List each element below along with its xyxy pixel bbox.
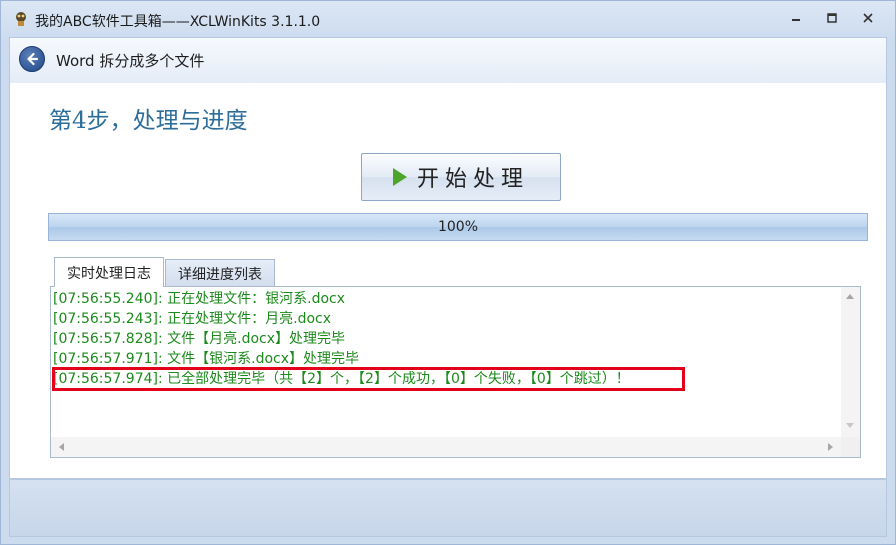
play-icon — [392, 168, 407, 186]
scrollbar-corner — [841, 437, 860, 457]
horizontal-scrollbar[interactable] — [51, 437, 841, 457]
maximize-icon — [827, 13, 837, 23]
close-icon — [863, 13, 873, 23]
tab-detailed-progress[interactable]: 详细进度列表 — [165, 259, 275, 287]
minimize-button[interactable] — [783, 7, 809, 29]
start-processing-button[interactable]: 开始处理 — [361, 153, 561, 201]
step-title: 第4步，处理与进度 — [49, 108, 248, 134]
nav-bar: Word 拆分成多个文件 — [9, 37, 887, 83]
scroll-left-icon[interactable] — [59, 443, 64, 451]
log-panel: [07:56:55.240]: 正在处理文件：银河系.docx [07:56:5… — [50, 286, 861, 458]
progress-bar: 100% — [48, 213, 868, 241]
log-line: [07:56:57.971]: 文件【银河系.docx】处理完毕 — [53, 351, 360, 367]
scroll-down-icon[interactable] — [846, 423, 854, 428]
start-button-label: 开始处理 — [416, 167, 529, 192]
main-content: 第4步，处理与进度 开始处理 100% 实时处理日志 详细进度列表 [07:56… — [9, 83, 887, 479]
close-button[interactable] — [855, 7, 881, 29]
vertical-scrollbar[interactable] — [841, 287, 860, 437]
back-button[interactable] — [19, 46, 45, 72]
progress-label: 100% — [437, 219, 479, 235]
footer-bar — [9, 479, 887, 537]
page-title: Word 拆分成多个文件 — [56, 52, 205, 70]
scroll-up-icon[interactable] — [846, 294, 854, 299]
tab-realtime-log[interactable]: 实时处理日志 — [54, 257, 164, 287]
app-window: 我的ABC软件工具箱——XCLWinKits 3.1.1.0 Word 拆分成多… — [0, 0, 896, 545]
title-bar: 我的ABC软件工具箱——XCLWinKits 3.1.1.0 — [1, 1, 895, 37]
scroll-right-icon[interactable] — [828, 443, 833, 451]
log-line: [07:56:57.828]: 文件【月亮.docx】处理完毕 — [53, 331, 346, 347]
minimize-icon — [792, 19, 800, 21]
highlight-box — [52, 367, 685, 391]
app-mascot-icon — [16, 12, 26, 26]
window-title: 我的ABC软件工具箱——XCLWinKits 3.1.1.0 — [35, 14, 321, 30]
maximize-button[interactable] — [819, 7, 845, 29]
log-line: [07:56:55.240]: 正在处理文件：银河系.docx — [53, 291, 346, 307]
back-arrow-icon — [27, 52, 39, 66]
log-line: [07:56:55.243]: 正在处理文件：月亮.docx — [53, 311, 332, 327]
